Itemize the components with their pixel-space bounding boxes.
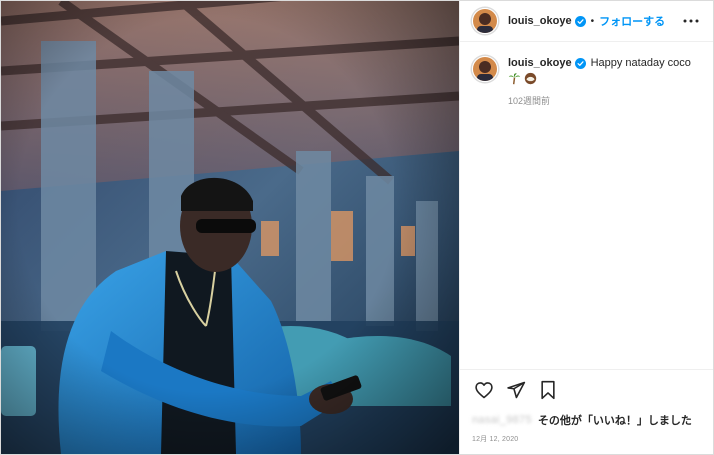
follow-button[interactable]: フォローする [599,13,665,29]
coconut-emoji-icon [524,72,537,85]
avatar[interactable] [472,8,498,34]
post-container: louis_okoye • フォローする louis_okoye Happy n… [0,0,714,455]
likes-summary: nasai_9875 その他が「いいね！」しました [460,410,713,430]
save-button[interactable] [536,378,560,402]
liked-by-username[interactable]: nasai_9875 [472,414,532,426]
separator-dot: • [590,15,595,27]
caption-username[interactable]: louis_okoye [508,56,572,71]
heart-icon [475,382,493,399]
caption-avatar[interactable] [472,56,498,82]
like-button[interactable] [472,378,496,402]
likes-text[interactable]: その他が「いいね！」しました [538,412,692,428]
post-sidebar: louis_okoye • フォローする louis_okoye Happy n… [459,1,713,454]
share-button[interactable] [504,378,528,402]
action-bar [460,369,713,410]
caption: louis_okoye Happy nataday coco 102週間前 [472,56,701,109]
more-options-icon[interactable] [681,11,701,31]
comments-area: louis_okoye Happy nataday coco 102週間前 [460,42,713,369]
caption-body: louis_okoye Happy nataday coco 102週間前 [508,56,691,109]
post-date: 12月 12, 2020 [472,436,519,443]
header-username[interactable]: louis_okoye [508,15,572,27]
palm-tree-emoji-icon [508,73,521,85]
caption-text: Happy nataday coco [590,57,691,69]
verified-badge-icon [574,58,586,69]
post-header: louis_okoye • フォローする [460,1,713,42]
post-photo[interactable] [1,1,459,454]
bookmark-icon [541,380,555,400]
photo-illustration [1,1,459,454]
caption-emojis [508,72,691,85]
send-icon [507,381,526,399]
caption-time: 102週間前 [508,96,551,106]
verified-badge-icon [574,15,586,27]
